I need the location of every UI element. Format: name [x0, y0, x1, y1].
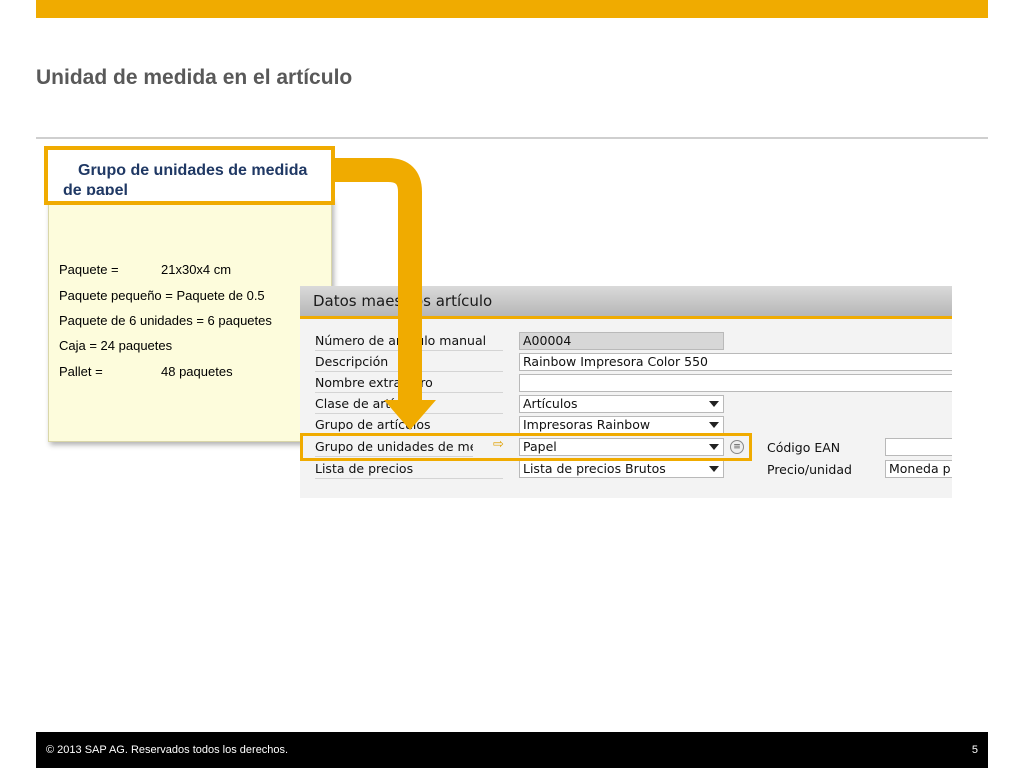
connector-arrow: [331, 158, 436, 430]
connector-path: [331, 158, 422, 403]
copyright-text: © 2013 SAP AG. Reservados todos los dere…: [46, 744, 289, 756]
page-number: 5: [971, 744, 978, 756]
footer-bar: © 2013 SAP AG. Reservados todos los dere…: [36, 732, 988, 768]
connector-arrowhead: [384, 400, 436, 430]
